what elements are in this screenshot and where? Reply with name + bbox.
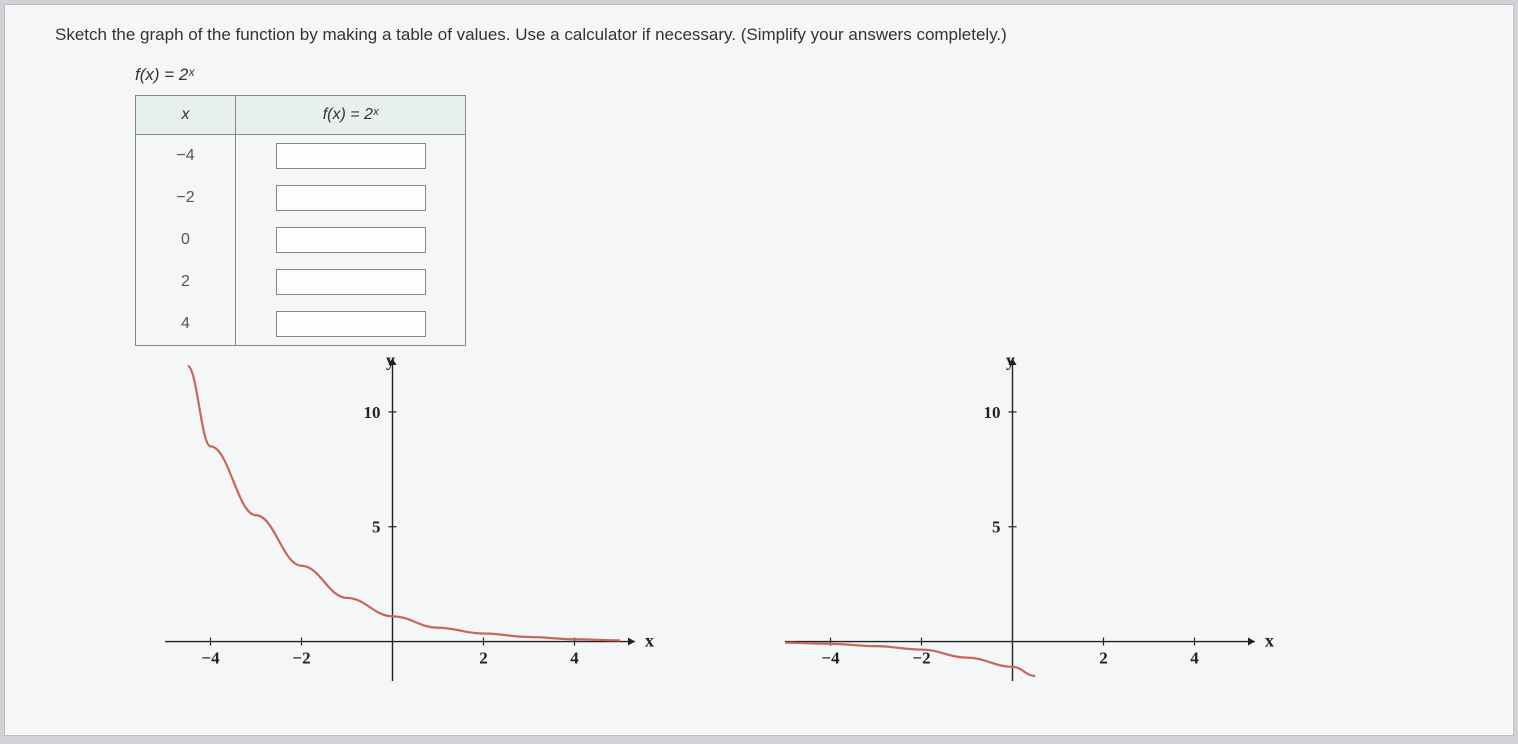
- function-label: f(x) = 2ˣ: [135, 65, 194, 84]
- svg-text:2: 2: [1099, 649, 1108, 668]
- question-text: Sketch the graph of the function by maki…: [55, 25, 1463, 45]
- table-row: 2: [136, 261, 466, 303]
- svg-text:10: 10: [984, 403, 1001, 422]
- svg-text:y: y: [1006, 351, 1015, 370]
- svg-text:x: x: [645, 631, 654, 651]
- svg-text:4: 4: [570, 649, 579, 668]
- table-row: −4: [136, 135, 466, 178]
- table-row: 0: [136, 219, 466, 261]
- table-cell-fx: [236, 219, 466, 261]
- answer-input[interactable]: [276, 143, 426, 169]
- table-cell-x: 2: [136, 261, 236, 303]
- svg-text:−2: −2: [912, 649, 930, 668]
- table-cell-fx: [236, 261, 466, 303]
- chart-option-2[interactable]: −4 −2 2 4 5 10 y x: [765, 351, 1275, 701]
- svg-text:5: 5: [372, 518, 381, 537]
- chart-svg-1: −4 −2 2 4 5 10 y x: [145, 351, 655, 701]
- answer-input[interactable]: [276, 227, 426, 253]
- values-table: x f(x) = 2ˣ −4−2024: [135, 95, 466, 346]
- svg-text:5: 5: [992, 518, 1001, 537]
- chart-svg-2: −4 −2 2 4 5 10 y x: [765, 351, 1275, 701]
- svg-text:y: y: [386, 351, 395, 370]
- function-definition: f(x) = 2ˣ: [135, 65, 1463, 85]
- answer-input[interactable]: [276, 185, 426, 211]
- table-header-fx: f(x) = 2ˣ: [236, 96, 466, 135]
- answer-input[interactable]: [276, 269, 426, 295]
- svg-text:2: 2: [479, 649, 488, 668]
- charts-row: −4 −2 2 4 5 10 y x −4 −2 2 4 5 10 y x: [145, 351, 1463, 701]
- table-cell-x: −4: [136, 135, 236, 178]
- svg-text:−4: −4: [821, 649, 840, 668]
- table-header-x: x: [136, 96, 236, 135]
- svg-text:−2: −2: [292, 649, 310, 668]
- svg-text:x: x: [1265, 631, 1274, 651]
- table-cell-fx: [236, 135, 466, 178]
- table-cell-x: 4: [136, 303, 236, 346]
- table-cell-x: −2: [136, 177, 236, 219]
- table-cell-fx: [236, 177, 466, 219]
- svg-text:−4: −4: [201, 649, 220, 668]
- table-cell-x: 0: [136, 219, 236, 261]
- answer-input[interactable]: [276, 311, 426, 337]
- table-cell-fx: [236, 303, 466, 346]
- values-table-container: x f(x) = 2ˣ −4−2024: [135, 95, 1463, 346]
- svg-text:4: 4: [1190, 649, 1199, 668]
- table-row: −2: [136, 177, 466, 219]
- svg-text:10: 10: [364, 403, 381, 422]
- table-row: 4: [136, 303, 466, 346]
- chart-option-1[interactable]: −4 −2 2 4 5 10 y x: [145, 351, 655, 701]
- content-box: Sketch the graph of the function by maki…: [4, 4, 1514, 736]
